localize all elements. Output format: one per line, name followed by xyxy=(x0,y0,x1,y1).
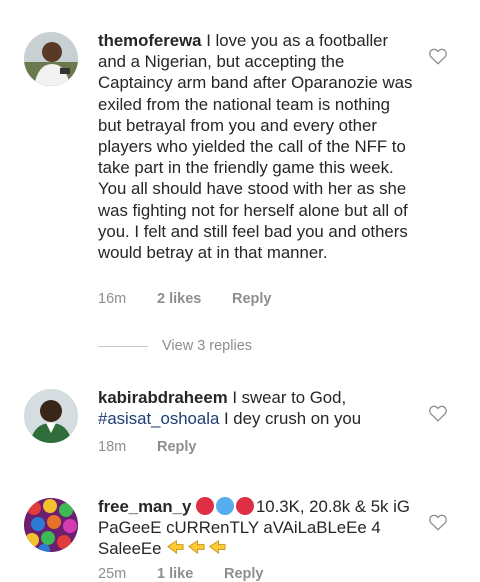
comment-content: I love you as a footballer and a Nigeria… xyxy=(98,31,413,263)
pointing-right-icon xyxy=(209,540,226,555)
likes-count[interactable]: 1 like xyxy=(157,566,224,582)
comment-meta: 16m 2 likes Reply xyxy=(98,291,272,307)
blue-circle-icon xyxy=(215,497,234,515)
comment-username[interactable]: free_man_y xyxy=(98,497,191,516)
comment-meta: 18m Reply xyxy=(98,439,197,455)
hashtag-mention-link[interactable]: #asisat_oshoala xyxy=(98,409,219,428)
comment-time: 25m xyxy=(98,566,127,582)
avatar[interactable] xyxy=(24,389,78,443)
comment-text: free_man_y 10.3K, 20.8k & 5k iG PaGeeE c… xyxy=(98,496,416,560)
comment-text: themoferewa I love you as a footballer a… xyxy=(98,30,416,263)
heart-outline-icon[interactable] xyxy=(428,47,448,65)
red-circle-icon xyxy=(195,497,214,515)
reply-button[interactable]: Reply xyxy=(157,439,197,455)
comment-content-cont: I dey crush on you xyxy=(223,409,362,429)
comment-text: kabirabdraheem I swear to God, #asisat_o… xyxy=(98,387,416,429)
comment-body: kabirabdraheem I swear to God, #asisat_o… xyxy=(98,387,416,429)
reply-button[interactable]: Reply xyxy=(232,291,272,307)
divider xyxy=(98,345,148,347)
comment-body: themoferewa I love you as a footballer a… xyxy=(98,30,416,263)
pointing-right-icon xyxy=(188,540,205,555)
red-circle-icon xyxy=(235,497,254,515)
pointing-right-icon xyxy=(167,540,184,555)
heart-outline-icon[interactable] xyxy=(428,404,448,422)
avatar[interactable] xyxy=(24,498,78,552)
view-replies-button[interactable]: View 3 replies xyxy=(98,338,252,354)
comment-meta: 25m 1 like Reply xyxy=(98,566,264,582)
comment-content: I swear to God, xyxy=(232,388,347,407)
likes-count[interactable]: 2 likes xyxy=(157,291,232,307)
comment-time: 16m xyxy=(98,291,127,307)
comment-body: free_man_y 10.3K, 20.8k & 5k iG PaGeeE c… xyxy=(98,496,416,560)
comment-username[interactable]: kabirabdraheem xyxy=(98,388,228,407)
avatar[interactable] xyxy=(24,32,78,86)
comment-username[interactable]: themoferewa xyxy=(98,31,202,50)
heart-outline-icon[interactable] xyxy=(428,513,448,531)
comment-time: 18m xyxy=(98,439,127,455)
view-replies-label: View 3 replies xyxy=(162,338,253,354)
reply-button[interactable]: Reply xyxy=(224,566,264,582)
